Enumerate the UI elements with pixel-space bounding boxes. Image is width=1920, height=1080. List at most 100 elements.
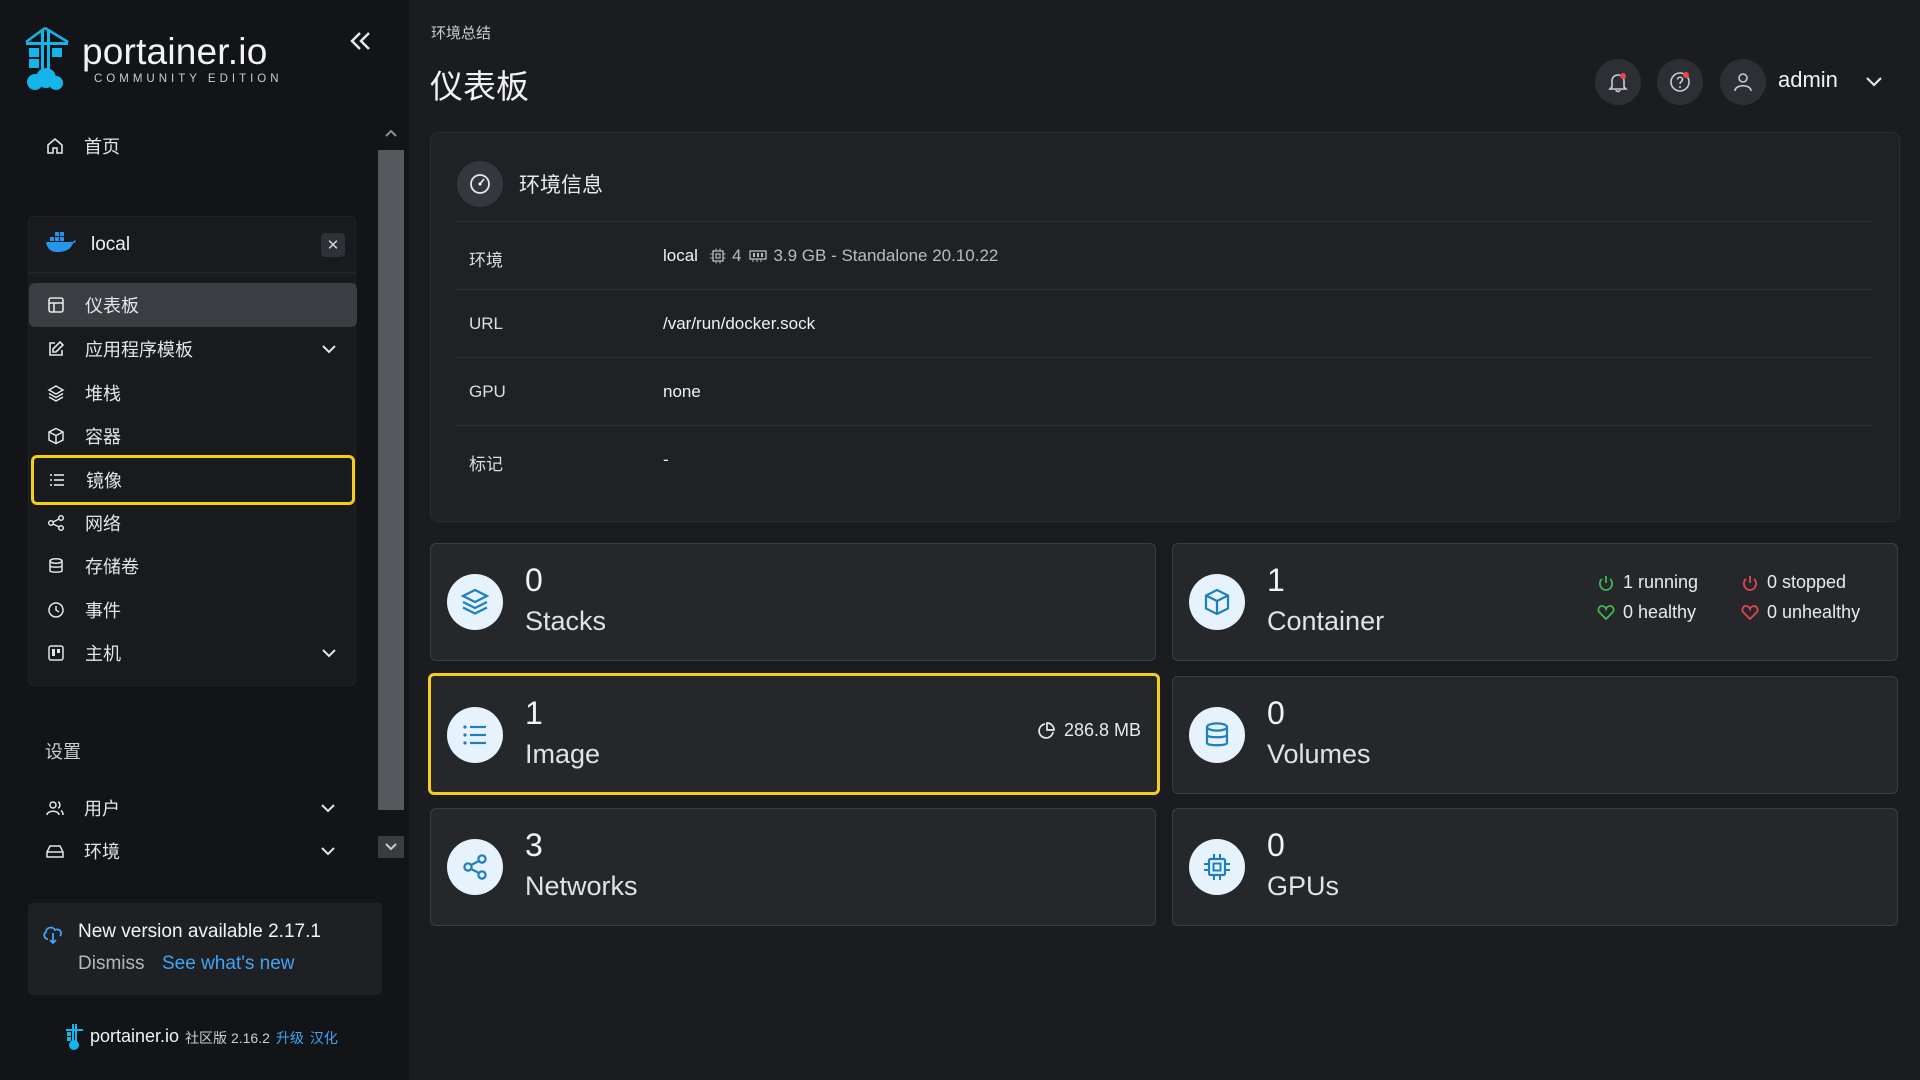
images-card[interactable]: 1 Image 286.8 MB bbox=[428, 673, 1160, 795]
hard-drive-icon bbox=[42, 838, 68, 864]
info-key: URL bbox=[469, 314, 504, 333]
sidebar-item-events[interactable]: 事件 bbox=[29, 588, 357, 632]
download-cloud-icon bbox=[43, 926, 62, 945]
chevron-down-icon[interactable] bbox=[319, 339, 339, 359]
card-label: Volumes bbox=[1267, 739, 1371, 769]
footer-version: 社区版 2.16.2 bbox=[185, 1030, 270, 1046]
portainer-logo[interactable]: portainer.io COMMUNITY EDITION bbox=[24, 24, 283, 94]
images-size: 286.8 MB bbox=[1036, 720, 1141, 741]
card-label: Stacks bbox=[525, 606, 607, 636]
sidebar-item-networks[interactable]: 网络 bbox=[29, 501, 357, 545]
info-key: GPU bbox=[469, 382, 506, 401]
sidebar-item-app-templates[interactable]: 应用程序模板 bbox=[29, 327, 357, 371]
card-count: 1 bbox=[1267, 562, 1285, 598]
info-key: 标记 bbox=[469, 455, 503, 474]
chevron-down-icon[interactable] bbox=[318, 841, 338, 861]
card-count: 3 bbox=[525, 827, 543, 863]
database-icon bbox=[43, 553, 69, 579]
scrollbar-thumb[interactable] bbox=[378, 150, 404, 810]
sidebar-item-dashboard[interactable]: 仪表板 bbox=[29, 283, 357, 327]
close-environment-button[interactable]: ✕ bbox=[321, 233, 345, 257]
page-title: 仪表板 bbox=[430, 68, 529, 105]
networks-card[interactable]: 3 Networks bbox=[430, 808, 1156, 926]
sidebar-scrollbar[interactable] bbox=[378, 126, 404, 861]
update-notification: New version available 2.17.1 Dismiss See… bbox=[28, 903, 382, 995]
layout-icon bbox=[43, 292, 69, 318]
stopped-count: 0 stopped bbox=[1767, 572, 1847, 592]
card-count: 0 bbox=[525, 562, 543, 598]
running-count: 1 running bbox=[1623, 572, 1699, 592]
unhealthy-stat: 0 unhealthy bbox=[1741, 602, 1860, 623]
info-row-gpu: GPU none bbox=[457, 357, 1873, 425]
memory-and-version: 3.9 GB - Standalone 20.10.22 bbox=[773, 246, 999, 265]
user-name[interactable]: admin bbox=[1778, 67, 1838, 93]
sidebar-item-images[interactable]: 镜像 bbox=[31, 455, 355, 505]
info-row-environment: 环境 local 4 3.9 GB - Standalone 20.10.22 bbox=[457, 221, 1873, 289]
cpu-count: 4 bbox=[731, 246, 742, 265]
layers-icon bbox=[43, 380, 69, 406]
board-icon bbox=[43, 640, 69, 666]
box-icon bbox=[1189, 574, 1245, 630]
sidebar-item-label: 首页 bbox=[84, 137, 120, 157]
share-icon bbox=[43, 510, 69, 536]
sidebar-item-label: 堆栈 bbox=[85, 384, 121, 404]
list-icon bbox=[44, 467, 70, 493]
info-value: - bbox=[663, 450, 669, 469]
whats-new-link[interactable]: See what's new bbox=[162, 953, 294, 975]
info-value: local 4 3.9 GB - Standalone 20.10.22 bbox=[663, 246, 998, 266]
notifications-button[interactable] bbox=[1595, 59, 1641, 105]
memory-icon bbox=[749, 250, 768, 262]
environment-header: local ✕ bbox=[29, 217, 355, 273]
users-icon bbox=[42, 795, 68, 821]
scroll-up-icon[interactable] bbox=[384, 126, 398, 140]
user-avatar[interactable] bbox=[1720, 59, 1766, 105]
sidebar-item-home[interactable]: 首页 bbox=[28, 128, 356, 164]
containers-card[interactable]: 1 Container 1 running 0 stopped 0 health… bbox=[1172, 543, 1898, 661]
upgrade-link[interactable]: 升级 bbox=[276, 1028, 304, 1048]
dismiss-button[interactable]: Dismiss bbox=[78, 953, 145, 975]
sidebar-item-label: 环境 bbox=[84, 842, 120, 862]
chevron-down-icon[interactable] bbox=[318, 798, 338, 818]
chevron-down-icon[interactable] bbox=[319, 643, 339, 663]
sidebar-item-users[interactable]: 用户 bbox=[28, 788, 356, 828]
sidebar-item-label: 容器 bbox=[85, 427, 121, 447]
sidebar-footer: portainer.io 社区版 2.16.2 升级 汉化 bbox=[64, 1022, 338, 1050]
sidebar-item-stacks[interactable]: 堆栈 bbox=[29, 371, 357, 415]
sidebar-item-label: 主机 bbox=[85, 644, 121, 664]
environment-name: local bbox=[91, 233, 131, 255]
pie-chart-icon bbox=[1038, 721, 1055, 739]
sidebar-item-volumes[interactable]: 存储卷 bbox=[29, 544, 357, 588]
portainer-small-icon bbox=[66, 1024, 83, 1050]
settings-heading: 设置 bbox=[45, 742, 81, 762]
info-row-url: URL /var/run/docker.sock bbox=[457, 289, 1873, 357]
heart-icon bbox=[1597, 604, 1615, 620]
chevron-down-icon[interactable] bbox=[1864, 72, 1884, 92]
gauge-icon bbox=[457, 161, 503, 207]
power-icon bbox=[1599, 575, 1613, 591]
sidebar-item-host[interactable]: 主机 bbox=[29, 631, 357, 675]
sidebar-item-label: 事件 bbox=[85, 601, 121, 621]
stopped-stat: 0 stopped bbox=[1741, 572, 1846, 593]
edit-icon bbox=[43, 336, 69, 362]
brand-name: portainer.io bbox=[82, 31, 268, 72]
cpu-icon bbox=[710, 248, 726, 264]
card-label: Image bbox=[525, 739, 601, 769]
info-key: 环境 bbox=[469, 251, 503, 270]
database-icon bbox=[1189, 707, 1245, 763]
volumes-card[interactable]: 0 Volumes bbox=[1172, 676, 1898, 794]
layers-icon bbox=[447, 574, 503, 630]
card-label: Networks bbox=[525, 871, 638, 901]
card-count: 0 bbox=[1267, 695, 1285, 731]
card-label: GPUs bbox=[1267, 871, 1340, 901]
collapse-sidebar-button[interactable] bbox=[346, 26, 376, 56]
info-value: /var/run/docker.sock bbox=[663, 314, 816, 333]
scroll-down-button[interactable] bbox=[378, 836, 404, 858]
gpus-card[interactable]: 0 GPUs bbox=[1172, 808, 1898, 926]
help-button[interactable] bbox=[1657, 59, 1703, 105]
brand-edition: COMMUNITY EDITION bbox=[94, 73, 283, 85]
stacks-card[interactable]: 0 Stacks bbox=[430, 543, 1156, 661]
localize-link[interactable]: 汉化 bbox=[310, 1028, 338, 1048]
sidebar-item-environments[interactable]: 环境 bbox=[28, 831, 356, 871]
sidebar-item-containers[interactable]: 容器 bbox=[29, 414, 357, 458]
clock-icon bbox=[43, 597, 69, 623]
